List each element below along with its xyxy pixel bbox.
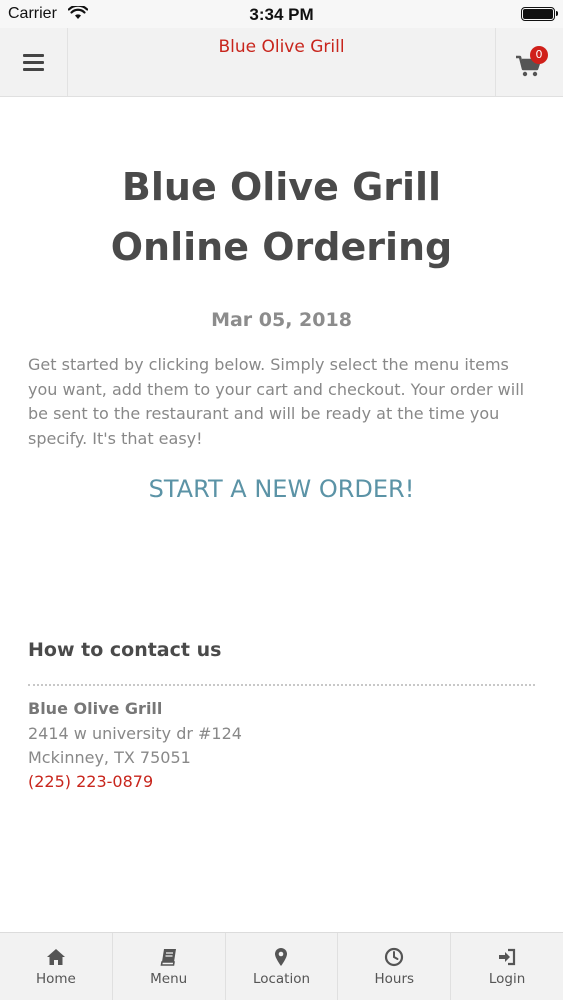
status-time: 3:34 PM — [249, 5, 314, 24]
nav-home-label: Home — [35, 971, 76, 987]
nav-hours-label: Hours — [374, 971, 415, 987]
home-icon — [46, 949, 65, 965]
start-new-order-link[interactable]: START A NEW ORDER! — [0, 475, 563, 503]
nav-location[interactable]: Location — [226, 933, 339, 1000]
page-title-line-1: Blue Olive Grill — [121, 165, 442, 209]
cart-button[interactable]: 0 — [495, 28, 563, 96]
nav-menu-label: Menu — [150, 971, 188, 987]
phone-link[interactable]: (225) 223-0879 — [28, 772, 153, 791]
page-title: Blue Olive Grill Online Ordering — [0, 157, 563, 277]
book-icon — [160, 949, 176, 966]
map-pin-icon — [275, 948, 288, 966]
restaurant-name: Blue Olive Grill — [28, 699, 163, 718]
order-date: Mar 05, 2018 — [211, 309, 352, 331]
login-icon — [499, 948, 516, 966]
nav-hours[interactable]: Hours — [338, 933, 452, 1000]
app-header: Blue Olive Grill 0 — [0, 28, 563, 97]
nav-location-label: Location — [252, 971, 311, 987]
bottom-nav: Home Menu Location Hours Login — [0, 932, 563, 1000]
nav-home[interactable]: Home — [0, 933, 113, 1000]
page-title-line-2: Online Ordering — [110, 225, 453, 269]
divider — [28, 684, 535, 686]
battery-icon — [521, 7, 558, 21]
clock-icon — [385, 947, 404, 967]
contact-heading: How to contact us — [28, 639, 222, 661]
status-bar: Carrier 3:34 PM — [0, 0, 563, 28]
header-title: Blue Olive Grill — [218, 37, 345, 57]
intro-text: Get started by clicking below. Simply se… — [28, 355, 525, 448]
cart-count-badge: 0 — [530, 46, 548, 64]
address-street: 2414 w university dr #124 — [28, 724, 242, 743]
nav-menu[interactable]: Menu — [113, 933, 226, 1000]
menu-button[interactable] — [0, 28, 68, 96]
nav-login[interactable]: Login — [451, 933, 563, 1000]
nav-login-label: Login — [488, 971, 526, 987]
hamburger-icon — [23, 53, 44, 71]
address-city: Mckinney, TX 75051 — [28, 748, 191, 767]
